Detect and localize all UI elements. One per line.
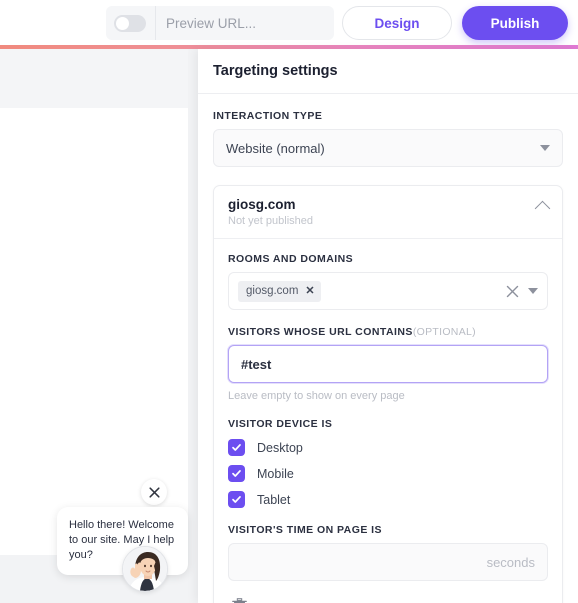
url-contains-label-text: VISITORS WHOSE URL CONTAINS [228, 326, 413, 338]
checkbox-checked-icon[interactable] [228, 491, 245, 508]
interaction-type-label: INTERACTION TYPE [213, 110, 323, 122]
tag-label: giosg.com [246, 285, 299, 297]
device-option-desktop[interactable]: Desktop [228, 439, 548, 456]
seconds-suffix-label: seconds [486, 554, 535, 570]
design-button[interactable]: Design [342, 6, 452, 40]
url-contains-hint: Leave empty to show on every page [228, 390, 405, 402]
rooms-and-domains-field: ROOMS AND DOMAINS giosg.com ✕ [228, 253, 548, 310]
delete-rule-row [228, 595, 548, 603]
chevron-down-icon [540, 145, 550, 151]
device-option-label: Mobile [257, 466, 294, 481]
check-icon [232, 444, 241, 451]
panel-body: INTERACTION TYPE Website (normal) giosg.… [198, 94, 578, 603]
preview-toggle[interactable] [114, 14, 146, 32]
preview-url-input[interactable] [156, 6, 353, 40]
domain-card: giosg.com Not yet published ROOMS AND DO… [213, 185, 563, 603]
visitor-device-field: VISITOR DEVICE IS Desktop Mobile Tablet [228, 418, 548, 508]
chevron-up-icon[interactable] [534, 200, 551, 217]
time-on-page-input[interactable]: seconds [228, 543, 548, 581]
rooms-and-domains-tags: giosg.com ✕ [238, 280, 506, 302]
tag-item[interactable]: giosg.com ✕ [238, 280, 321, 302]
url-contains-input[interactable] [228, 345, 548, 383]
interaction-type-select[interactable]: Website (normal) [213, 129, 563, 167]
panel-header: Targeting settings [198, 49, 578, 94]
interaction-type-value: Website (normal) [226, 140, 325, 156]
app-root: Design Publish Hello there! Welcome to o… [0, 0, 578, 603]
preview-url-group [106, 6, 353, 40]
preview-toggle-knob [116, 16, 129, 30]
checkbox-checked-icon[interactable] [228, 465, 245, 482]
agent-avatar-icon [123, 547, 167, 591]
chat-close-button[interactable] [141, 479, 167, 505]
device-option-label: Tablet [257, 492, 291, 507]
visitor-device-label: VISITOR DEVICE IS [228, 418, 333, 430]
interaction-type-field: INTERACTION TYPE Website (normal) [213, 110, 563, 167]
checkbox-checked-icon[interactable] [228, 439, 245, 456]
domain-status: Not yet published [228, 215, 313, 227]
tag-remove-icon[interactable]: ✕ [305, 285, 314, 297]
device-option-tablet[interactable]: Tablet [228, 491, 548, 508]
publish-button[interactable]: Publish [462, 6, 568, 40]
page-title: Targeting settings [213, 63, 338, 79]
time-on-page-field: VISITOR'S TIME ON PAGE IS seconds [228, 524, 548, 581]
rooms-and-domains-input[interactable]: giosg.com ✕ [228, 272, 548, 310]
rooms-and-domains-label: ROOMS AND DOMAINS [228, 253, 354, 265]
url-contains-field: VISITORS WHOSE URL CONTAINS(optional) Le… [228, 326, 548, 402]
domain-card-titles: giosg.com Not yet published [228, 197, 537, 227]
domain-card-body: ROOMS AND DOMAINS giosg.com ✕ VISITORS W… [214, 239, 562, 603]
top-toolbar: Design Publish [0, 0, 578, 45]
check-icon [232, 496, 241, 503]
url-contains-optional-text: (optional) [412, 326, 476, 338]
device-option-label: Desktop [257, 440, 303, 455]
clear-icon[interactable] [506, 285, 519, 298]
close-icon [148, 486, 160, 498]
url-contains-label: VISITORS WHOSE URL CONTAINS(optional) [228, 326, 548, 338]
delete-rule-button[interactable] [228, 595, 250, 603]
chat-agent-avatar[interactable] [122, 546, 168, 592]
preview-canvas-area: Hello there! Welcome to our site. May I … [0, 49, 198, 603]
domain-name: giosg.com [228, 197, 296, 212]
targeting-settings-panel: Targeting settings INTERACTION TYPE Webs… [198, 49, 578, 603]
device-option-mobile[interactable]: Mobile [228, 465, 548, 482]
domain-card-header[interactable]: giosg.com Not yet published [214, 186, 562, 239]
chevron-down-icon[interactable] [528, 288, 538, 294]
check-icon [232, 470, 241, 477]
time-on-page-label: VISITOR'S TIME ON PAGE IS [228, 524, 382, 536]
trash-icon [231, 598, 247, 603]
preview-canvas-header [0, 49, 188, 108]
